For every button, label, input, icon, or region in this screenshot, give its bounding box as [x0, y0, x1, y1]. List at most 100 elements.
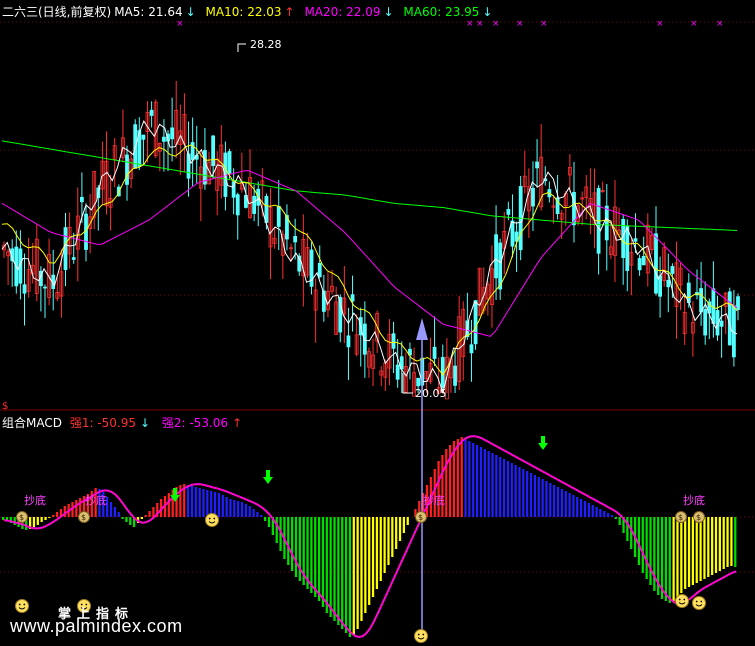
macd-bar [314, 517, 317, 597]
macd-bar [676, 517, 679, 597]
candle [190, 117, 195, 187]
macd-bar [368, 517, 371, 605]
macd-bar [707, 517, 710, 577]
macd-bar [718, 517, 721, 571]
smiley-face [15, 599, 29, 613]
macd-bar [537, 477, 540, 517]
money-bag-glyph: $ [678, 513, 683, 522]
smiley-icon [15, 599, 29, 613]
macd-bar [167, 493, 170, 517]
candle-body [654, 233, 658, 294]
macd-bar [576, 497, 579, 517]
macd-bar [595, 507, 598, 517]
candle [276, 180, 281, 251]
candle [551, 196, 556, 224]
candle [170, 97, 175, 162]
candle-body [535, 161, 539, 169]
macd-bar [479, 447, 483, 517]
candle [231, 168, 236, 215]
candle [145, 101, 150, 163]
macd-bar [495, 455, 498, 517]
candle [674, 241, 679, 339]
candle [502, 211, 507, 275]
candle-body [670, 266, 675, 274]
candle [395, 338, 400, 388]
macd-bar [329, 517, 332, 617]
candle-body [80, 196, 84, 203]
macd-bar [225, 497, 228, 517]
macd-bar [568, 493, 571, 517]
candle [301, 214, 306, 307]
candle [100, 141, 105, 205]
candle-body [432, 346, 437, 359]
macd-bar [714, 517, 718, 573]
smiley-icon [414, 629, 428, 643]
candle [305, 232, 310, 278]
money-bag-icon: $ [693, 511, 705, 523]
macd-bar [121, 517, 124, 519]
macd-bar [437, 461, 440, 517]
smiley-eye [208, 517, 211, 520]
macd-bar [610, 515, 614, 517]
candle [531, 161, 535, 232]
candle-body [498, 242, 503, 290]
low-price-label: 20.05 [415, 387, 447, 400]
money-bag-icon: $ [415, 511, 427, 523]
macd-bar [711, 517, 714, 575]
macd-bar [310, 517, 313, 593]
macd-bar [317, 517, 321, 601]
candle-body [264, 196, 269, 223]
candle-body [276, 205, 281, 227]
high-marker [237, 43, 246, 52]
stock-chart[interactable]: 28.2820.05× × × × × × × × ×抄底 抄底 抄底 抄底$ $ $ $ $$ [0, 0, 755, 646]
candle-body [211, 135, 216, 167]
macd-bar [691, 517, 695, 585]
smiley-icon [692, 596, 706, 610]
smiley-icon [675, 594, 689, 608]
macd-bar [441, 455, 444, 517]
macd-bar [483, 449, 486, 517]
macd-bar [553, 485, 556, 517]
candle-body [235, 194, 240, 216]
macd-bar [229, 499, 232, 517]
macd-bar [337, 517, 340, 625]
signal-x-mark: × [656, 19, 664, 29]
candle-body [391, 333, 396, 349]
macd-bar [475, 445, 479, 517]
candle [600, 181, 605, 193]
macd-bar [233, 500, 236, 517]
candle [26, 237, 31, 298]
macd-bar [379, 517, 382, 581]
candle-body [719, 320, 724, 327]
buy-signal-label: 抄底 [85, 493, 107, 507]
ma60-line [1, 140, 738, 231]
sell-arrow-icon [263, 470, 273, 484]
sell-arrow-icon [538, 436, 548, 450]
candle-body [637, 258, 642, 271]
candle [666, 253, 671, 313]
macd-bar [456, 439, 459, 517]
macd-bar [395, 517, 398, 549]
macd-bar [356, 517, 359, 629]
candle [285, 204, 289, 251]
macd-bar [472, 443, 475, 517]
macd-bar [240, 502, 244, 517]
candle [43, 284, 47, 319]
candle-body [641, 255, 646, 266]
macd-bar [506, 461, 510, 517]
candle [453, 348, 457, 393]
candle-body [658, 275, 662, 297]
macd-bar [52, 515, 55, 517]
macd-bar [514, 465, 517, 517]
money-bag-icon: $ [16, 511, 28, 523]
candle-body [416, 377, 421, 387]
candle-body [227, 151, 232, 174]
candle-body [604, 205, 609, 241]
macd-bar [152, 507, 155, 517]
macd-bar [564, 491, 567, 517]
candle [522, 150, 527, 194]
candle [309, 241, 314, 295]
smiley-eye [417, 633, 420, 636]
macd-bar [468, 441, 471, 517]
macd-bar [502, 459, 506, 517]
